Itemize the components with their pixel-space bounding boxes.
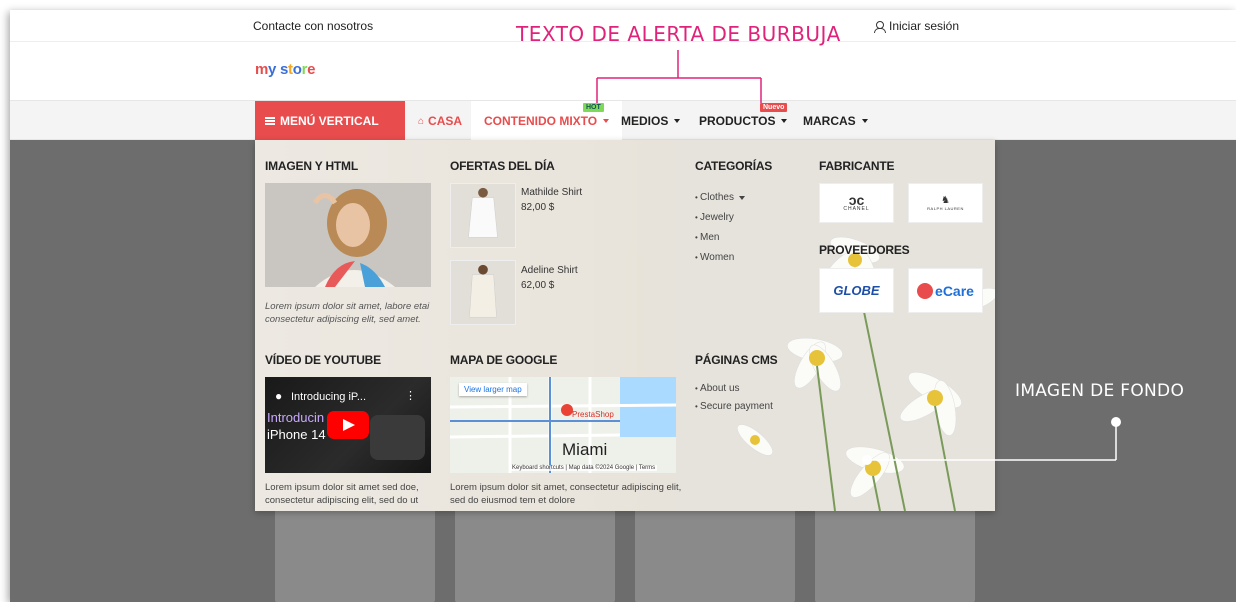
background-image-annotation: IMAGEN DE FONDO bbox=[1015, 381, 1185, 401]
annotation-lines bbox=[596, 50, 1121, 465]
bubble-alert-annotation: TEXTO DE ALERTA DE BURBUJA bbox=[516, 22, 841, 46]
